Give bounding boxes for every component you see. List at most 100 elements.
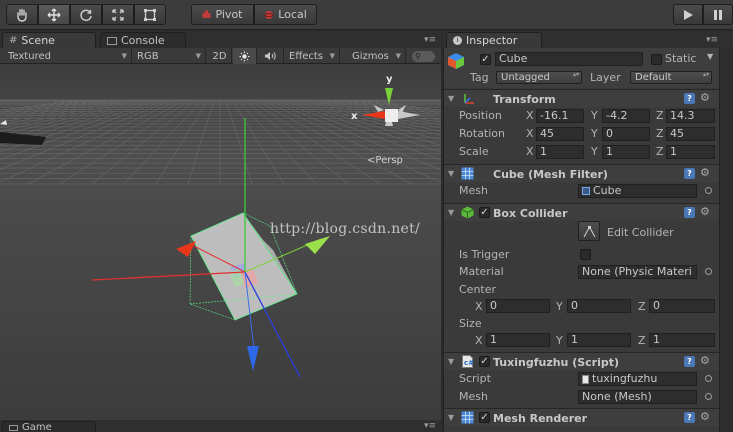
inspector-panel: ✓ Cube Static ▼ Tag Untagged Layer Defau… — [443, 48, 719, 432]
center-y-label: Y — [556, 300, 563, 313]
rotation-x-field[interactable]: 45 — [536, 127, 584, 141]
static-chevron-down-icon[interactable]: ▼ — [707, 52, 713, 61]
size-x-label: X — [475, 334, 483, 347]
projection-label: Persp — [375, 155, 403, 166]
material-picker-icon[interactable] — [705, 268, 712, 275]
tab-game[interactable]: Game — [2, 421, 96, 432]
position-y-field[interactable]: -4.2 — [602, 109, 650, 123]
hand-tool-button[interactable] — [6, 4, 38, 25]
center-z-field[interactable]: 0 — [649, 299, 715, 313]
scale-x-field[interactable]: 1 — [536, 145, 584, 159]
scale-label: Scale — [459, 145, 489, 158]
chevron-down-icon: ▼ — [121, 52, 127, 60]
object-active-checkbox[interactable]: ✓ — [480, 54, 491, 65]
render-mode-dropdown[interactable]: RGB ▼ — [133, 48, 206, 64]
scale-y-label: Y — [591, 145, 598, 158]
gizmo-center-cube[interactable] — [385, 109, 398, 122]
tab-console[interactable]: Console — [100, 32, 186, 48]
script-gear-icon[interactable]: ⚙ — [700, 354, 710, 367]
game-panel-menu-icon[interactable]: ▾≡ — [424, 421, 436, 431]
position-z-field[interactable]: 14.3 — [666, 109, 715, 123]
scale-z-field[interactable]: 1 — [666, 145, 715, 159]
scene-viewport[interactable]: y x <Persp http://blog.csdn.net/ — [0, 64, 441, 420]
size-label: Size — [459, 317, 482, 330]
pivot-toggle-button[interactable]: Pivot — [191, 4, 254, 25]
tab-inspector[interactable]: i Inspector — [446, 32, 542, 48]
play-icon — [684, 9, 693, 20]
play-button[interactable] — [673, 4, 703, 25]
script-mesh-field[interactable]: None (Mesh) — [578, 390, 697, 404]
shading-mode-dropdown[interactable]: Textured ▼ — [4, 48, 132, 64]
box-collider-gear-icon[interactable]: ⚙ — [700, 205, 710, 218]
rotate-tool-button[interactable] — [70, 4, 102, 25]
scene-canvas[interactable]: y x — [0, 64, 441, 420]
audio-toggle-button[interactable] — [258, 48, 284, 64]
effects-dropdown[interactable]: Effects ▼ — [285, 48, 340, 64]
center-y-field[interactable]: 0 — [567, 299, 631, 313]
bottom-tab-bar: Game ▾≡ — [0, 420, 441, 432]
mesh-filter-gear-icon[interactable]: ⚙ — [700, 166, 710, 179]
position-x-field[interactable]: -16.1 — [536, 109, 584, 123]
scale-y-field[interactable]: 1 — [602, 145, 650, 159]
position-y-label: Y — [591, 109, 598, 122]
script-mesh-picker-icon[interactable] — [705, 393, 712, 400]
script-enabled-checkbox[interactable]: ✓ — [479, 356, 490, 367]
box-collider-enabled-checkbox[interactable]: ✓ — [479, 207, 490, 218]
mesh-renderer-foldout-icon[interactable]: ▼ — [448, 413, 454, 422]
scene-search-input[interactable]: ⚲ — [408, 48, 439, 64]
scale-z-label: Z — [656, 145, 664, 158]
transform-header[interactable] — [444, 90, 719, 107]
mesh-filter-help-icon[interactable]: ? — [684, 168, 695, 179]
mesh-picker-icon[interactable] — [705, 187, 712, 194]
toggle-2d-button[interactable]: 2D — [208, 48, 232, 64]
material-object-field[interactable]: None (Physic Materi — [578, 265, 697, 279]
transform-foldout-icon[interactable]: ▼ — [448, 94, 454, 103]
script-object-field[interactable]: tuxingfuzhu — [578, 372, 697, 386]
rect-tool-button[interactable] — [134, 4, 166, 25]
object-name-input[interactable]: Cube — [495, 52, 643, 66]
script-foldout-icon[interactable]: ▼ — [448, 357, 454, 366]
tag-dropdown[interactable]: Untagged — [496, 71, 582, 84]
panel-menu-icon[interactable]: ▾≡ — [424, 35, 436, 45]
is-trigger-checkbox[interactable] — [580, 249, 591, 260]
gizmos-label: Gizmos — [352, 50, 389, 62]
center-x-field[interactable]: 0 — [486, 299, 550, 313]
transform-gear-icon[interactable]: ⚙ — [700, 91, 710, 104]
size-x-field[interactable]: 1 — [486, 333, 550, 347]
pause-button[interactable] — [703, 4, 733, 25]
box-collider-help-icon[interactable]: ? — [684, 207, 695, 218]
mesh-object-field[interactable]: Cube — [578, 184, 697, 198]
right-collapsed-panel[interactable] — [719, 48, 733, 432]
rotation-z-label: Z — [656, 127, 664, 140]
size-z-label: Z — [638, 334, 646, 347]
tab-scene[interactable]: # Scene — [2, 32, 96, 48]
local-toggle-button[interactable]: Local — [254, 4, 317, 25]
scale-tool-button[interactable] — [102, 4, 134, 25]
script-picker-icon[interactable] — [705, 375, 712, 382]
projection-toggle[interactable]: <Persp — [367, 155, 403, 166]
layer-dropdown[interactable]: Default — [630, 71, 712, 84]
rotation-y-field[interactable]: 0 — [602, 127, 650, 141]
mesh-renderer-help-icon[interactable]: ? — [684, 412, 695, 423]
edit-collider-button[interactable] — [578, 221, 600, 241]
box-collider-icon — [461, 206, 474, 219]
script-title: Tuxingfuzhu (Script) — [493, 356, 620, 369]
mesh-renderer-enabled-checkbox[interactable]: ✓ — [479, 412, 490, 423]
lighting-toggle-button[interactable] — [233, 48, 257, 64]
rotate-icon — [80, 9, 92, 21]
center-z-label: Z — [638, 300, 646, 313]
size-y-field[interactable]: 1 — [567, 333, 631, 347]
mesh-filter-foldout-icon[interactable]: ▼ — [448, 169, 454, 178]
transform-help-icon[interactable]: ? — [684, 93, 695, 104]
pause-icon — [714, 9, 722, 20]
move-tool-button[interactable] — [38, 4, 70, 25]
mesh-renderer-gear-icon[interactable]: ⚙ — [700, 410, 710, 423]
rotation-z-field[interactable]: 45 — [666, 127, 715, 141]
inspector-menu-icon[interactable]: ▾≡ — [706, 35, 718, 45]
static-checkbox[interactable] — [651, 54, 662, 65]
scene-toolbar: Textured ▼ RGB ▼ 2D Effects ▼ Gizmos ▼ ⚲ — [0, 48, 441, 64]
script-help-icon[interactable]: ? — [684, 356, 695, 367]
gizmos-dropdown[interactable]: Gizmos ▼ — [348, 48, 406, 64]
size-z-field[interactable]: 1 — [649, 333, 715, 347]
box-collider-foldout-icon[interactable]: ▼ — [448, 208, 454, 217]
